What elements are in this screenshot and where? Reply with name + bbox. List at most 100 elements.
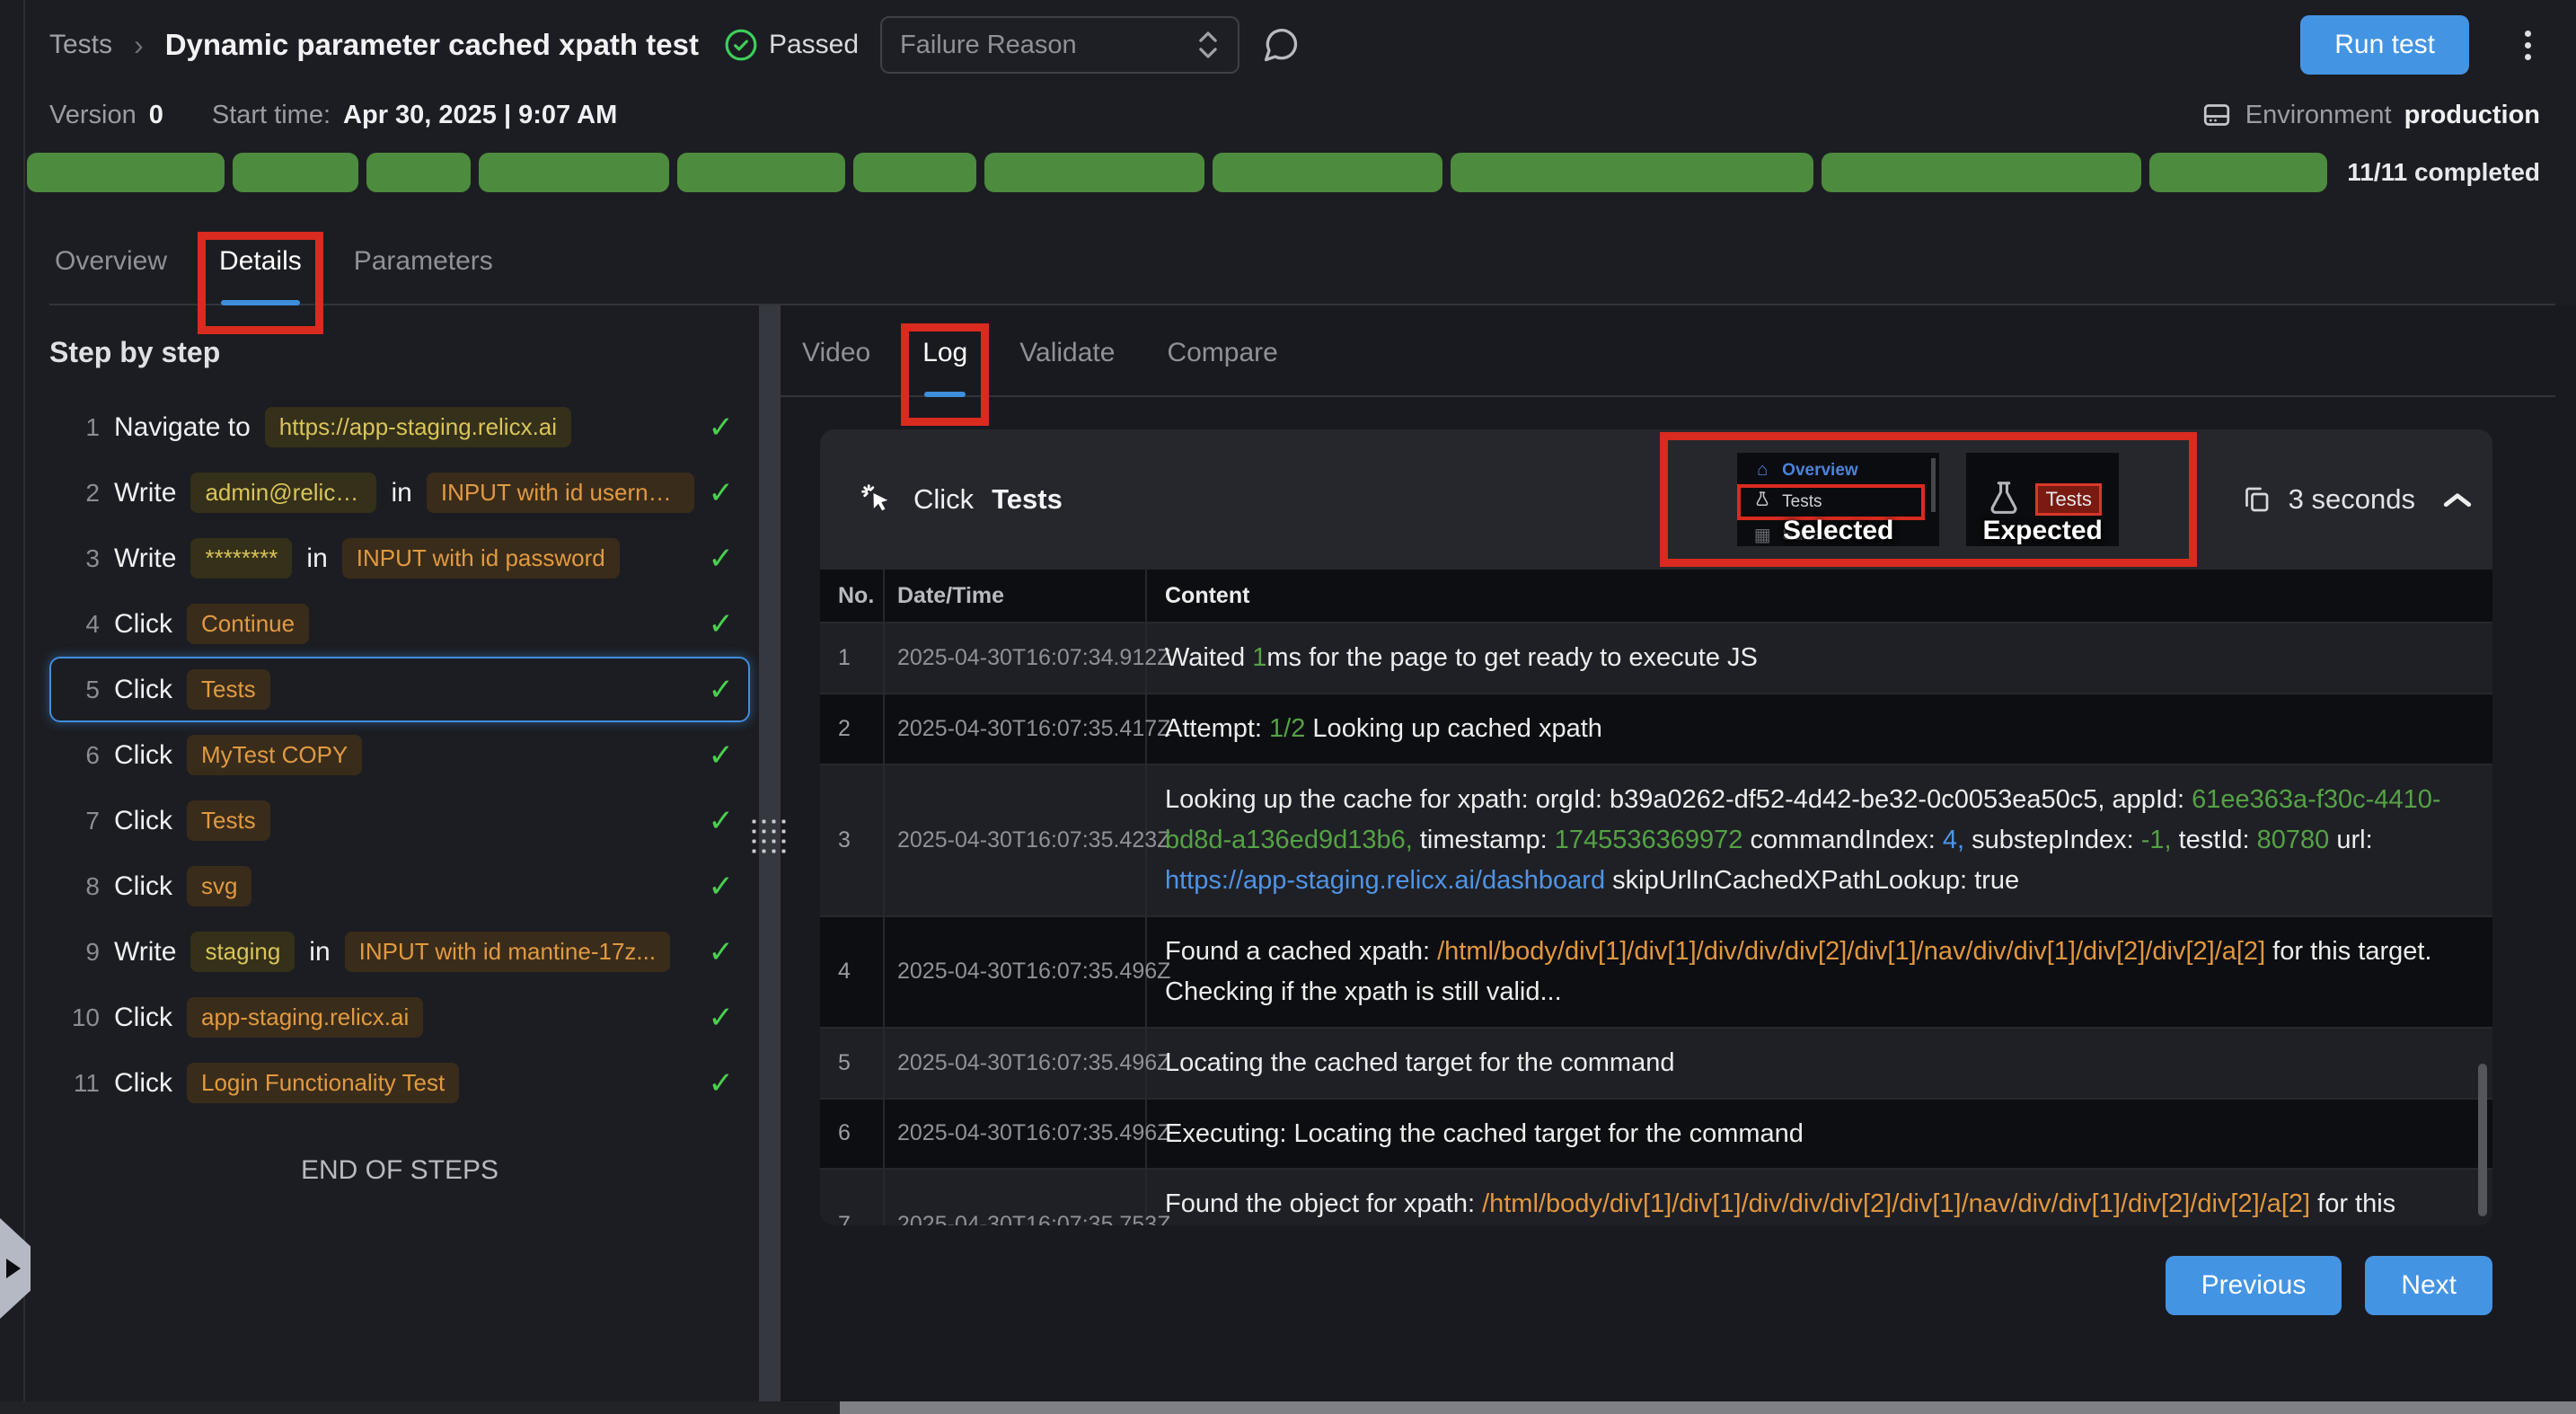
log-row: 52025-04-30T16:07:35.496ZLocating the ca… [820,1029,2492,1100]
log-row: 32025-04-30T16:07:35.423ZLooking up the … [820,765,2492,917]
log-card: Click Tests ⌂ Overview [820,429,2492,1225]
step-row[interactable]: 10Clickapp-staging.relicx.ai✓ [49,985,750,1050]
step-row[interactable]: 2Writeadmin@relicx.aiinINPUT with id use… [49,460,750,526]
step-row[interactable]: 1Navigate tohttps://app-staging.relicx.a… [49,394,750,460]
step-row[interactable]: 3Write********inINPUT with id password✓ [49,526,750,591]
step-connector: in [309,937,330,968]
tab-compare[interactable]: Compare [1167,338,1277,395]
step-row[interactable]: 7ClickTests✓ [49,788,750,853]
step-action: Click [114,1003,172,1033]
run-test-button[interactable]: Run test [2300,15,2469,75]
step-number: 10 [60,1003,100,1032]
log-text: 1 [1252,643,1266,672]
step-row[interactable]: 8Clicksvg✓ [49,853,750,919]
step-number: 9 [60,938,100,967]
step-connector: in [306,544,327,574]
log-row-number: 2 [820,694,885,764]
expected-thumbnail-label: Expected [1966,516,2119,546]
step-row[interactable]: 6ClickMyTest COPY✓ [49,722,750,788]
duration-toggle[interactable]: 3 seconds [2240,483,2473,516]
step-action: Click [114,675,172,705]
left-edge-divider [23,0,25,1401]
tab-validate[interactable]: Validate [1019,338,1115,395]
splitter-grip-icon [753,820,788,855]
progress-row: 11/11 completed [0,140,2576,205]
expected-thumbnail[interactable]: Tests Expected [1966,453,2119,546]
step-check-icon: ✓ [709,606,735,642]
log-text: Executing: Locating the cached target fo… [1165,1119,1804,1148]
log-row-content: Locating the cached target for the comma… [1147,1029,2492,1098]
tab-details[interactable]: Details [219,246,302,304]
step-value-badge: admin@relicx.ai [190,473,376,513]
version-label: Version [49,101,137,130]
breadcrumb-tests[interactable]: Tests [49,30,112,60]
tab-overview[interactable]: Overview [55,246,167,304]
log-row: 22025-04-30T16:07:35.417ZAttempt: 1/2 Lo… [820,694,2492,765]
progress-segment [27,153,225,192]
copy-icon [2240,483,2272,516]
log-text: 1/2 [1269,714,1305,743]
step-target-badge: app-staging.relicx.ai [187,997,423,1038]
select-chevrons-icon [1196,29,1220,61]
log-text: Looking up cached xpath [1305,714,1602,743]
log-row-number: 6 [820,1100,885,1169]
log-text: 1745536369972 [1555,826,1743,854]
log-row-time: 2025-04-30T16:07:35.423Z [885,765,1147,915]
step-row[interactable]: 9WritestaginginINPUT with id mantine-17z… [49,919,750,985]
log-text: timestamp: [1413,826,1555,854]
log-table-scrollbar[interactable] [2478,1064,2487,1216]
test-run-page: Tests › Dynamic parameter cached xpath t… [0,0,2576,1414]
meta-bar: Version 0 Start time: Apr 30, 2025 | 9:0… [0,90,2576,140]
log-row-number: 7 [820,1170,885,1225]
log-row-time: 2025-04-30T16:07:35.496Z [885,1029,1147,1098]
step-check-icon: ✓ [709,934,735,970]
log-text: skipUrlInCachedXPathLookup: true [1605,866,2019,895]
step-row[interactable]: 5ClickTests✓ [49,657,750,722]
tab-video[interactable]: Video [802,338,870,395]
next-button[interactable]: Next [2365,1256,2492,1315]
step-action: Click [114,806,172,836]
step-action: Click [114,609,172,640]
step-value-badge: staging [190,932,295,972]
step-number: 6 [60,741,100,770]
mini-overview-label: Overview [1782,461,1858,481]
breadcrumb-separator-icon: › [134,29,144,62]
comment-button[interactable] [1261,25,1301,65]
step-check-icon: ✓ [709,1065,735,1101]
step-connector: in [391,478,411,508]
log-text: Found the object for xpath: [1165,1189,1482,1218]
log-text: ms for the page to get ready to execute … [1266,643,1757,672]
tab-log[interactable]: Log [922,338,967,395]
more-options-button[interactable] [2516,22,2540,69]
step-check-icon: ✓ [709,475,735,511]
selected-thumbnail[interactable]: ⌂ Overview Tests ▦ [1737,453,1939,546]
log-row: 62025-04-30T16:07:35.496ZExecuting: Loca… [820,1100,2492,1171]
log-link[interactable]: https://app-staging.relicx.ai/dashboard [1165,866,1605,895]
log-row-content: Attempt: 1/2 Looking up cached xpath [1147,694,2492,764]
pager: Previous Next [781,1256,2492,1315]
detail-tabs: Video Log Validate Compare [781,305,2555,397]
log-text: 4, [1943,826,1964,854]
step-target-badge: svg [187,866,251,906]
step-row[interactable]: 11ClickLogin Functionality Test✓ [49,1050,750,1116]
step-row[interactable]: 4ClickContinue✓ [49,591,750,657]
log-text: substepIndex: [1964,826,2141,854]
log-text: url: [2329,826,2372,854]
tab-parameters[interactable]: Parameters [354,246,493,304]
status-label: Passed [769,30,859,60]
step-action: Click [114,871,172,902]
log-row-time: 2025-04-30T16:07:35.417Z [885,694,1147,764]
horizontal-scrollbar-thumb[interactable] [840,1401,2576,1414]
step-target-badge: INPUT with id password [342,538,620,579]
environment-value: production [2404,101,2540,130]
previous-button[interactable]: Previous [2166,1256,2342,1315]
log-text: Locating the cached target for the comma… [1165,1048,1674,1077]
step-target-badge: INPUT with id username [427,473,694,513]
step-number: 4 [60,610,100,639]
panel-splitter[interactable] [759,305,781,1414]
step-target-badge: MyTest COPY [187,735,362,775]
failure-reason-select[interactable]: Failure Reason [880,16,1239,74]
step-target-badge: Tests [187,669,270,710]
top-bar: Tests › Dynamic parameter cached xpath t… [0,0,2576,90]
command-action: Click [913,483,974,516]
